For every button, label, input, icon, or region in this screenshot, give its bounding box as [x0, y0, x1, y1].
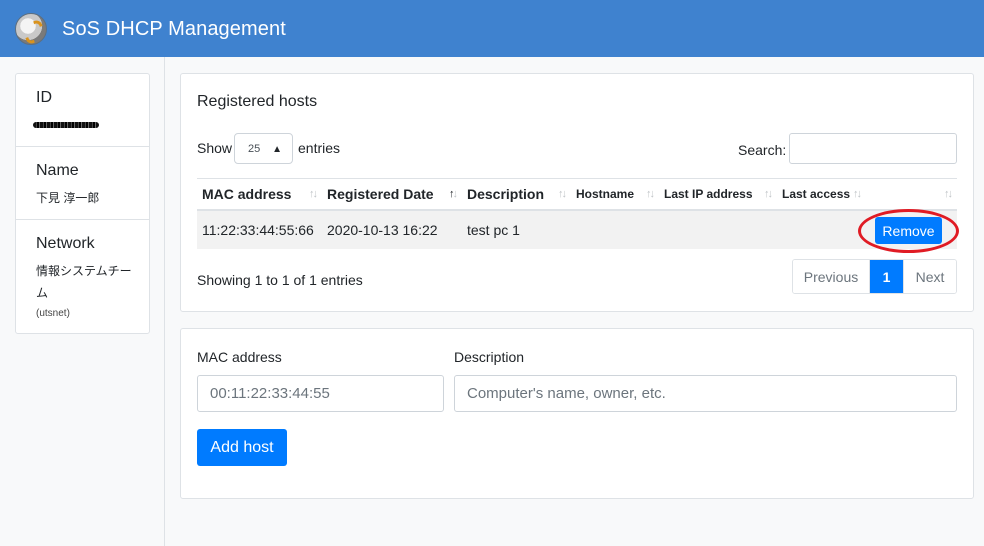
cell-hostname — [571, 209, 659, 249]
pagination: Previous 1 Next — [792, 259, 957, 294]
sort-icon: ↑↓ — [944, 188, 953, 200]
app-title[interactable]: SoS DHCP Management — [62, 18, 286, 41]
description-label: Description — [454, 349, 525, 365]
name-section: Name 下見 淳一郎 — [16, 147, 149, 220]
highlight-annotation — [858, 209, 959, 253]
cell-last-ip — [659, 209, 777, 249]
id-section: ID — [16, 74, 149, 147]
description-input[interactable] — [454, 375, 957, 412]
entries-label: entries — [298, 140, 341, 156]
cell-last-access — [777, 209, 866, 249]
col-last-access[interactable]: Last access ↑↓ — [777, 178, 866, 211]
show-label: Show — [197, 140, 233, 156]
col-description[interactable]: Description ↑↓ — [462, 178, 571, 211]
col-hostname[interactable]: Hostname ↑↓ — [571, 178, 659, 211]
network-label: Network — [36, 235, 95, 252]
hosts-table: MAC address ↑↓ Registered Date ↑↓ Descript… — [197, 178, 957, 249]
col-registered-date[interactable]: Registered Date ↑↓ — [322, 178, 462, 211]
network-value: 情報システムチーム — [36, 264, 132, 300]
add-host-button[interactable]: Add host — [197, 429, 287, 466]
sort-icon: ↑↓ — [309, 188, 318, 200]
sort-icon: ↑↓ — [558, 188, 567, 200]
mac-address-input[interactable] — [197, 375, 444, 412]
table-row: 11:22:33:44:55:66 2020-10-13 16:22 test … — [197, 209, 957, 249]
search-label: Search: — [738, 142, 787, 158]
add-host-card: MAC address Description Add host — [180, 328, 974, 499]
app-logo-icon — [15, 13, 47, 45]
cell-mac: 11:22:33:44:55:66 — [197, 209, 322, 249]
network-section: Network 情報システムチーム (utsnet) — [16, 220, 149, 333]
name-label: Name — [36, 162, 79, 179]
hosts-title: Registered hosts — [197, 93, 318, 110]
col-last-ip[interactable]: Last IP address ↑↓ — [659, 178, 777, 211]
col-mac-address[interactable]: MAC address ↑↓ — [197, 178, 322, 211]
table-header-row: MAC address ↑↓ Registered Date ↑↓ Descript… — [197, 178, 957, 211]
page-length-value: 25 — [248, 143, 261, 155]
pagination-page-1[interactable]: 1 — [870, 260, 903, 293]
name-value: 下見 淳一郎 — [36, 191, 100, 205]
sort-icon: ↑↓ — [646, 188, 655, 200]
sort-asc-icon: ↑↓ — [449, 188, 458, 200]
id-label: ID — [36, 89, 52, 106]
network-code: (utsnet) — [36, 308, 70, 319]
search-input[interactable] — [789, 133, 957, 164]
page-length-select[interactable]: 25 ▲ — [234, 133, 293, 164]
pagination-next[interactable]: Next — [903, 260, 956, 293]
mac-address-label: MAC address — [197, 349, 282, 365]
registered-hosts-card: Registered hosts Show 25 ▲ entries Searc… — [180, 73, 974, 312]
table-info: Showing 1 to 1 of 1 entries — [197, 272, 363, 288]
sort-icon: ↑↓ — [764, 188, 773, 200]
sort-icon: ↑↓ — [853, 188, 862, 200]
cell-description: test pc 1 — [462, 209, 571, 249]
col-actions[interactable]: ↑↓ — [866, 178, 957, 211]
top-navbar: SoS DHCP Management — [0, 0, 984, 57]
cell-date: 2020-10-13 16:22 — [322, 209, 462, 249]
pagination-previous[interactable]: Previous — [793, 260, 870, 293]
redacted-id-value — [33, 122, 99, 128]
sidebar-divider — [164, 57, 165, 546]
select-arrows-icon: ▲ — [272, 144, 282, 155]
user-info-card: ID Name 下見 淳一郎 Network 情報システムチーム (utsnet… — [15, 73, 150, 334]
